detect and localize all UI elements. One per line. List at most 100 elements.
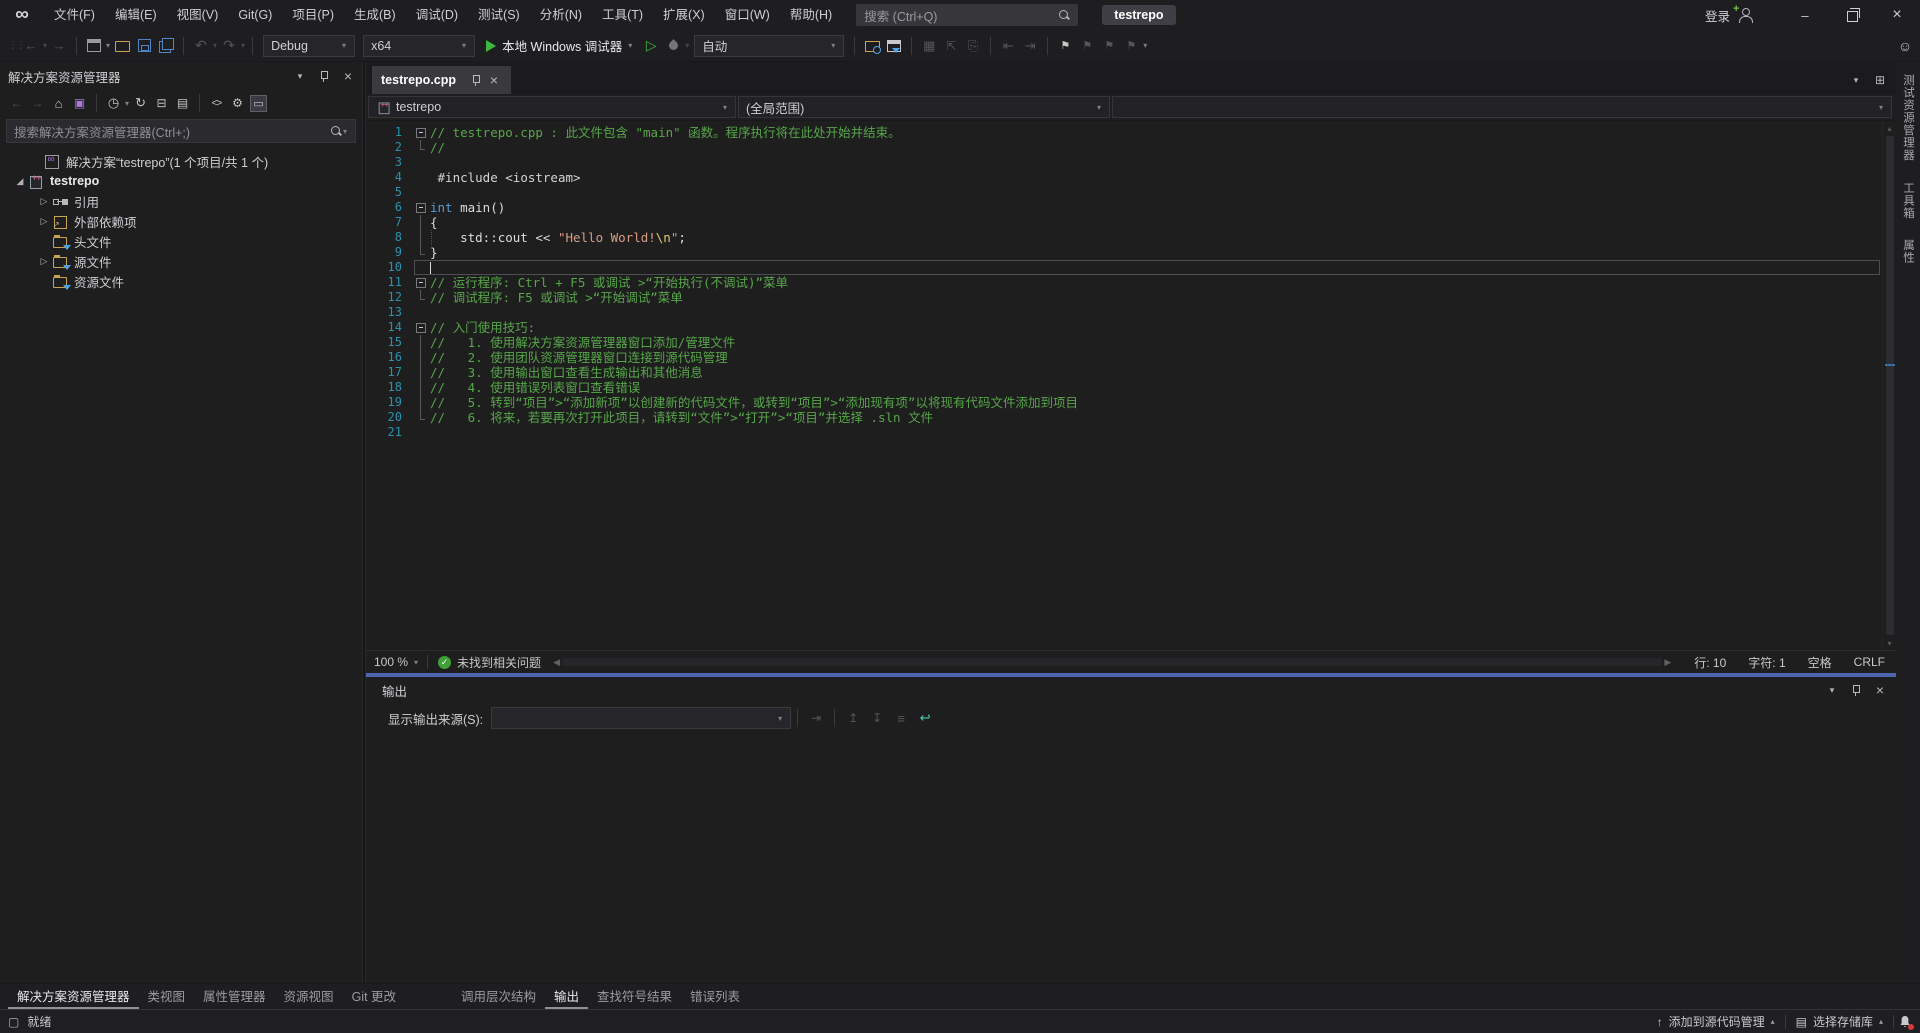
horizontal-scrollbar[interactable]: ◀ ▶ — [551, 657, 1673, 668]
solution-platform-combo[interactable]: x64▾ — [363, 35, 475, 57]
menu-item-2[interactable]: 视图(V) — [167, 0, 229, 30]
dock-tab-left-2[interactable]: 属性管理器 — [194, 984, 275, 1009]
code-line-16[interactable]: 16// 2. 使用团队资源管理器窗口连接到源代码管理 — [366, 350, 1882, 365]
code-metrics-icon[interactable] — [920, 37, 938, 55]
dock-tab-left-1[interactable]: 类视图 — [139, 984, 195, 1009]
search-options-chevron-icon[interactable]: ▾ — [343, 127, 347, 136]
line-indicator[interactable]: 行: 10 — [1683, 654, 1737, 671]
code-line-10[interactable]: 10 — [366, 260, 1882, 275]
redo-dropdown-icon[interactable]: ▾ — [241, 41, 245, 50]
vertical-scrollbar[interactable]: ▴ ▾ — [1882, 121, 1896, 650]
close-window-button[interactable] — [1874, 0, 1920, 30]
tree-back-icon[interactable] — [8, 95, 25, 112]
tree-item[interactable]: 引用 — [0, 191, 362, 211]
select-repository-button[interactable]: 选择存储库 ▴ — [1786, 1010, 1893, 1033]
code-line-12[interactable]: 12// 调试程序: F5 或调试 >“开始调试”菜单 — [366, 290, 1882, 305]
tree-item[interactable]: 资源文件 — [0, 271, 362, 291]
close-tab-icon[interactable] — [486, 72, 502, 88]
pending-changes-filter-icon[interactable] — [105, 95, 122, 112]
view-code-icon[interactable] — [208, 95, 225, 112]
home-icon[interactable] — [50, 95, 67, 112]
eol-indicator[interactable]: CRLF — [1843, 655, 1896, 669]
add-to-source-control-button[interactable]: 添加到源代码管理 ▴ — [1647, 1010, 1785, 1033]
hot-reload-dropdown-icon[interactable]: ▾ — [685, 41, 689, 50]
dock-tab-bottom-3[interactable]: 错误列表 — [681, 984, 749, 1009]
twisty-collapsed-icon[interactable] — [36, 196, 52, 207]
type-scope-combo[interactable]: (全局范围) ▾ — [738, 96, 1110, 118]
code-line-15[interactable]: 15// 1. 使用解决方案资源管理器窗口添加/管理文件 — [366, 335, 1882, 350]
code-line-1[interactable]: 1// testrepo.cpp : 此文件包含 "main" 函数。程序执行将… — [366, 125, 1882, 140]
dock-tab-bottom-2[interactable]: 查找符号结果 — [588, 984, 681, 1009]
toolbar-grip[interactable]: ⋮⋮ — [8, 40, 16, 51]
space-mode-indicator[interactable]: 空格 — [1797, 654, 1843, 671]
code-line-6[interactable]: 6int main() — [366, 200, 1882, 215]
redo-icon[interactable] — [220, 37, 238, 55]
tree-forward-icon[interactable] — [29, 95, 46, 112]
previous-bookmark-icon[interactable] — [1078, 37, 1096, 55]
save-icon[interactable] — [135, 37, 153, 55]
dock-tab-left-4[interactable]: Git 更改 — [343, 984, 405, 1009]
output-source-combo[interactable]: ▾ — [491, 707, 791, 729]
minimize-button[interactable] — [1782, 0, 1828, 30]
switch-views-icon[interactable] — [71, 95, 88, 112]
autohide-tab-0[interactable]: 测试资源管理器 — [1900, 74, 1916, 162]
find-in-files-icon[interactable] — [863, 37, 881, 55]
code-line-14[interactable]: 14// 入门使用技巧: — [366, 320, 1882, 335]
window-position-chevron-icon[interactable] — [1824, 682, 1840, 698]
menu-item-3[interactable]: Git(G) — [228, 0, 282, 30]
account-icon[interactable]: + — [1736, 7, 1754, 23]
code-line-18[interactable]: 18// 4. 使用错误列表窗口查看错误 — [366, 380, 1882, 395]
toggle-word-wrap-icon[interactable] — [916, 709, 934, 727]
hscroll-track[interactable] — [562, 658, 1662, 666]
window-layout-icon[interactable] — [1872, 72, 1888, 88]
start-without-debugging-icon[interactable] — [642, 37, 660, 55]
hot-reload-mode-combo[interactable]: 自动▾ — [694, 35, 844, 57]
scroll-right-icon[interactable]: ▶ — [1662, 657, 1673, 668]
hot-reload-icon[interactable] — [664, 37, 682, 55]
tree-item[interactable]: 源文件 — [0, 251, 362, 271]
member-scope-combo[interactable]: ▾ — [1112, 96, 1892, 118]
decrease-indent-icon[interactable] — [999, 37, 1017, 55]
dock-tab-left-3[interactable]: 资源视图 — [275, 984, 343, 1009]
increase-indent-icon[interactable] — [1021, 37, 1039, 55]
close-panel-icon[interactable] — [1872, 682, 1888, 698]
navigate-forward-icon[interactable] — [50, 37, 68, 55]
restore-button[interactable] — [1828, 0, 1874, 30]
scroll-left-icon[interactable]: ◀ — [551, 657, 562, 668]
start-debugging-button[interactable]: 本地 Windows 调试器 ▾ — [479, 34, 640, 58]
tree-item[interactable]: 头文件 — [0, 231, 362, 251]
window-position-chevron-icon[interactable] — [292, 68, 308, 84]
autohide-tab-1[interactable]: 工具箱 — [1900, 182, 1916, 220]
column-indicator[interactable]: 字符: 1 — [1737, 654, 1796, 671]
pin-tab-icon[interactable] — [468, 72, 484, 88]
clear-bookmarks-icon[interactable] — [1122, 37, 1140, 55]
filter-dropdown-icon[interactable]: ▾ — [125, 99, 129, 108]
scroll-down-icon[interactable]: ▾ — [1887, 636, 1891, 650]
toggle-bookmark-icon[interactable] — [1056, 37, 1074, 55]
code-line-4[interactable]: 4 #include <iostream> — [366, 170, 1882, 185]
scrollbar-thumb[interactable] — [1886, 136, 1894, 635]
code-line-3[interactable]: 3 — [366, 155, 1882, 170]
tab-testrepo-cpp[interactable]: testrepo.cpp — [372, 66, 511, 94]
twisty-collapsed-icon[interactable] — [36, 216, 52, 227]
pin-icon[interactable] — [316, 68, 332, 84]
save-all-icon[interactable] — [157, 37, 175, 55]
twisty-expanded-icon[interactable] — [12, 176, 28, 187]
preview-selected-items-icon[interactable] — [250, 95, 267, 112]
dock-tab-left-0[interactable]: 解决方案资源管理器 — [8, 984, 139, 1009]
dock-tab-bottom-1[interactable]: 输出 — [545, 984, 588, 1009]
jump-to-message-icon[interactable] — [807, 709, 825, 727]
show-all-files-icon[interactable] — [174, 95, 191, 112]
open-file-icon[interactable] — [113, 37, 131, 55]
code-line-17[interactable]: 17// 3. 使用输出窗口查看生成输出和其他消息 — [366, 365, 1882, 380]
zoom-level-combo[interactable]: 100 % ▾ — [366, 655, 427, 669]
navigate-back-icon[interactable] — [22, 37, 40, 55]
preview-window-icon[interactable] — [885, 37, 903, 55]
code-line-19[interactable]: 19// 5. 转到“项目”>“添加新项”以创建新的代码文件，或转到“项目”>“… — [366, 395, 1882, 410]
output-content[interactable] — [366, 733, 1896, 983]
menu-item-0[interactable]: 文件(F) — [44, 0, 105, 30]
twisty-collapsed-icon[interactable] — [36, 256, 52, 267]
pin-icon[interactable] — [1848, 682, 1864, 698]
close-panel-icon[interactable] — [340, 68, 356, 84]
feedback-icon[interactable] — [1896, 37, 1914, 55]
